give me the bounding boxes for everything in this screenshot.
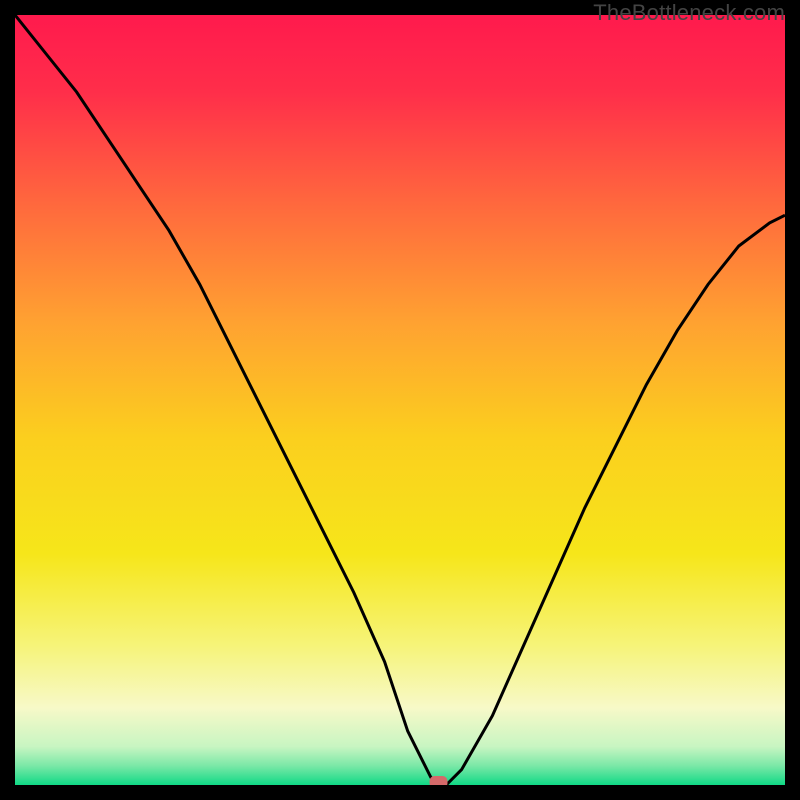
- bottleneck-chart: [15, 15, 785, 785]
- chart-background: [15, 15, 785, 785]
- optimum-marker: [430, 776, 448, 785]
- chart-container: [15, 15, 785, 785]
- watermark-text: TheBottleneck.com: [593, 0, 785, 26]
